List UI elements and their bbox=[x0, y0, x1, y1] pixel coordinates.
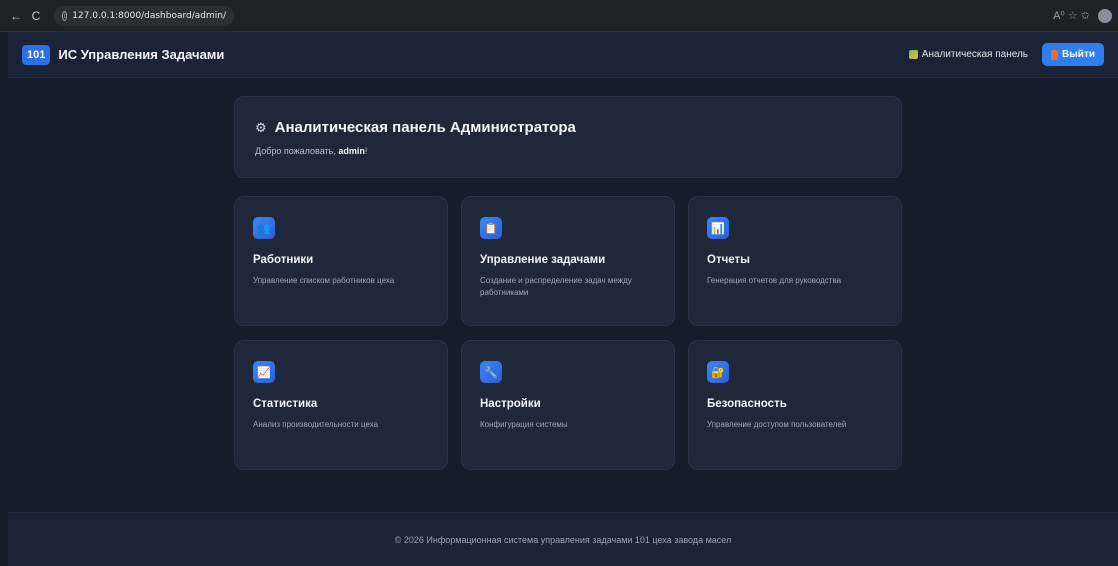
page-footer: © 2026 Информационная система управления… bbox=[8, 512, 1118, 566]
footer-text: © 2026 Информационная система управления… bbox=[394, 534, 732, 545]
url-text: 127.0.0.1:8000/dashboard/admin/ bbox=[72, 10, 226, 21]
username: admin bbox=[338, 146, 365, 156]
card-settings[interactable]: 🔧 Настройки Конфигурация системы bbox=[461, 340, 675, 470]
wrench-icon: 🔧 bbox=[480, 361, 502, 383]
logo-badge[interactable]: 101 bbox=[22, 44, 51, 65]
gear-icon: ⚙ bbox=[255, 119, 267, 135]
card-title: Работники bbox=[253, 254, 314, 266]
greeting-end: ! bbox=[364, 146, 368, 156]
nav-dashboard-link[interactable]: Аналитическая панель bbox=[908, 49, 1029, 60]
greeting-text: Добро пожаловать, bbox=[255, 146, 339, 156]
header-nav: Аналитическая панель Выйти bbox=[908, 43, 1104, 66]
info-icon[interactable]: i bbox=[62, 10, 68, 21]
bar-chart-icon: 📊 bbox=[707, 217, 729, 239]
door-icon bbox=[1051, 49, 1059, 60]
card-title: Статистика bbox=[253, 398, 318, 410]
card-title: Управление задачами bbox=[480, 254, 606, 266]
card-description: Анализ производительности цеха bbox=[253, 420, 379, 429]
card-description: Генерация отчетов для руководства bbox=[707, 276, 842, 285]
lock-icon: 🔐 bbox=[707, 361, 729, 383]
back-icon[interactable]: ← bbox=[6, 9, 26, 23]
card-description: Управление доступом пользователей bbox=[707, 420, 847, 429]
logout-label: Выйти bbox=[1062, 49, 1095, 60]
card-tasks[interactable]: 📋 Управление задачами Создание и распред… bbox=[461, 196, 675, 326]
welcome-message: Добро пожаловать, admin! bbox=[255, 146, 881, 156]
card-description: Управление списком работников цеха bbox=[253, 276, 395, 285]
card-security[interactable]: 🔐 Безопасность Управление доступом польз… bbox=[688, 340, 902, 470]
browser-toolbar: ← C i 127.0.0.1:8000/dashboard/admin/ A⁰… bbox=[0, 0, 1118, 32]
nav-dashboard-label: Аналитическая панель bbox=[921, 49, 1029, 60]
card-reports[interactable]: 📊 Отчеты Генерация отчетов для руководст… bbox=[688, 196, 902, 326]
browser-actions: A⁰ ☆ ✩ bbox=[1053, 8, 1112, 23]
users-icon: 👥 bbox=[253, 217, 275, 239]
card-title: Безопасность bbox=[707, 398, 787, 410]
browser-action-icons[interactable]: A⁰ ☆ ✩ bbox=[1053, 9, 1090, 22]
card-statistics[interactable]: 📈 Статистика Анализ производительности ц… bbox=[234, 340, 448, 470]
card-title: Настройки bbox=[480, 398, 541, 410]
page-title-text: Аналитическая панель Администратора bbox=[274, 119, 576, 136]
main-content: ⚙ Аналитическая панель Администратора До… bbox=[8, 78, 1118, 512]
chart-icon bbox=[908, 50, 918, 59]
profile-avatar[interactable] bbox=[1098, 8, 1112, 23]
card-description: Создание и распределение задач между раб… bbox=[480, 276, 632, 297]
app-header: 101 ИС Управления Задачами Аналитическая… bbox=[8, 32, 1118, 78]
app-title[interactable]: ИС Управления Задачами bbox=[58, 47, 224, 62]
card-description: Конфигурация системы bbox=[480, 420, 568, 429]
card-workers[interactable]: 👥 Работники Управление списком работнико… bbox=[234, 196, 448, 326]
trend-chart-icon: 📈 bbox=[253, 361, 275, 383]
page-title: ⚙ Аналитическая панель Администратора bbox=[255, 119, 881, 136]
clipboard-icon: 📋 bbox=[480, 217, 502, 239]
address-bar[interactable]: i 127.0.0.1:8000/dashboard/admin/ bbox=[54, 5, 234, 26]
logout-button[interactable]: Выйти bbox=[1042, 43, 1104, 66]
card-title: Отчеты bbox=[707, 254, 750, 266]
welcome-card: ⚙ Аналитическая панель Администратора До… bbox=[234, 96, 902, 178]
reload-icon[interactable]: C bbox=[26, 9, 46, 23]
